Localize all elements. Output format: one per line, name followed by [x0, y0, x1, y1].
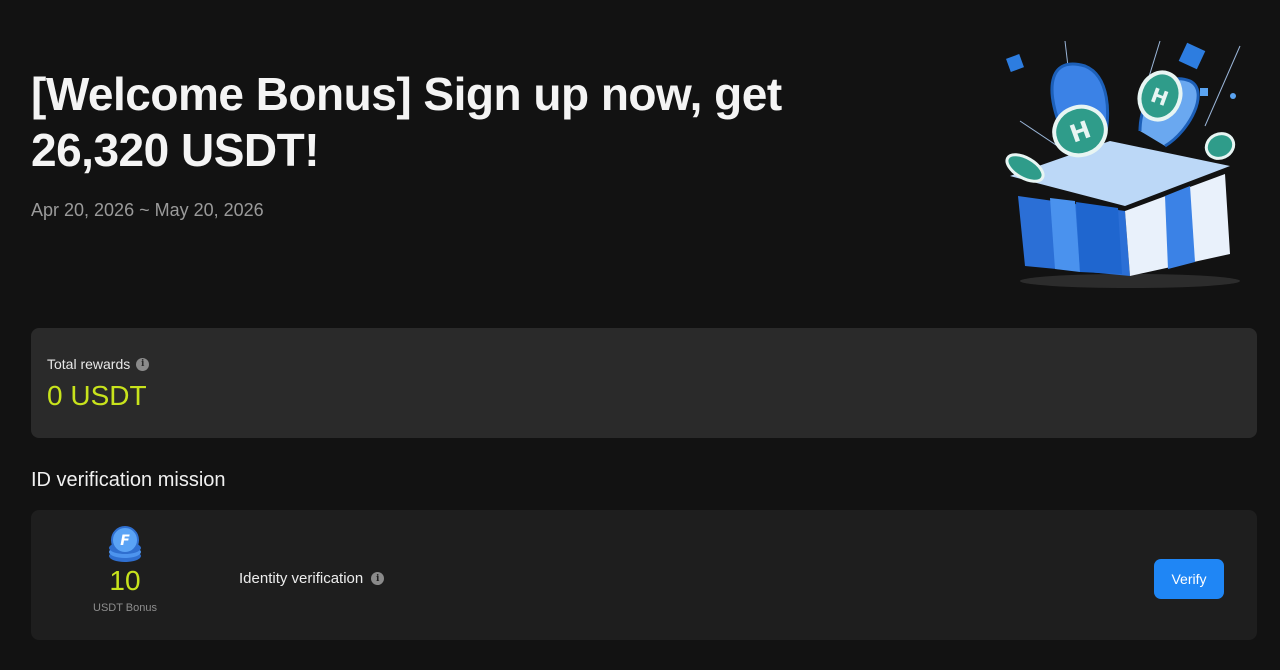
mission-bonus: F 10 USDT Bonus — [75, 526, 175, 614]
total-rewards-card: Total rewards i 0 USDT — [31, 328, 1257, 438]
verify-button[interactable]: Verify — [1154, 559, 1224, 599]
info-icon[interactable]: i — [371, 572, 385, 585]
total-rewards-label: Total rewards — [47, 356, 131, 372]
mission-title: Identity verification — [239, 570, 364, 587]
gift-box-illustration: H H — [1005, 40, 1241, 288]
page-title: [Welcome Bonus] Sign up now, get 26,320 … — [31, 68, 782, 176]
bonus-unit-label: USDT Bonus — [93, 602, 157, 614]
svg-text:F: F — [120, 533, 130, 549]
mission-card: F 10 USDT Bonus Identity verification i … — [31, 510, 1257, 640]
mission-title-row: Identity verification i — [239, 570, 385, 587]
total-rewards-value: 0 USDT — [47, 380, 147, 411]
event-dates: Apr 20, 2026 ~ May 20, 2026 — [31, 200, 264, 220]
promo-page: [Welcome Bonus] Sign up now, get 26,320 … — [0, 0, 1280, 670]
mission-section-heading: ID verification mission — [31, 469, 226, 491]
info-icon[interactable]: i — [136, 357, 150, 371]
total-rewards-label-row: Total rewards i — [47, 356, 150, 372]
bonus-amount: 10 — [109, 565, 141, 596]
coin-stack-icon: F — [109, 526, 141, 562]
